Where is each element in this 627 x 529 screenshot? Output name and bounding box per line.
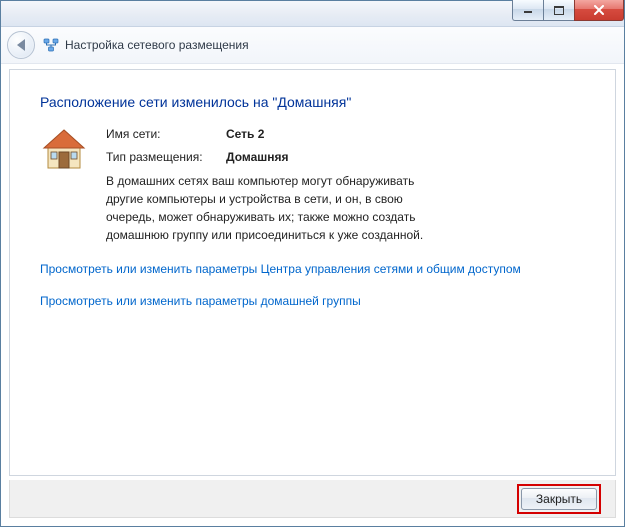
house-icon bbox=[40, 126, 88, 174]
close-icon bbox=[593, 5, 605, 15]
network-icon bbox=[43, 37, 59, 53]
content-area: Расположение сети изменилось на "Домашня… bbox=[9, 69, 616, 476]
dialog-window: Настройка сетевого размещения Расположен… bbox=[0, 0, 625, 527]
link-homegroup[interactable]: Просмотреть или изменить параметры домаш… bbox=[40, 294, 361, 308]
titlebar bbox=[1, 1, 624, 27]
close-button[interactable]: Закрыть bbox=[521, 488, 597, 510]
maximize-icon bbox=[554, 6, 564, 15]
network-description: В домашних сетях ваш компьютер могут обн… bbox=[106, 172, 446, 244]
back-button[interactable] bbox=[7, 31, 35, 59]
button-bar: Закрыть bbox=[9, 480, 616, 518]
close-button-highlight: Закрыть bbox=[517, 484, 601, 514]
main-heading: Расположение сети изменилось на "Домашня… bbox=[40, 94, 585, 110]
minimize-icon bbox=[523, 6, 533, 14]
minimize-button[interactable] bbox=[512, 0, 543, 21]
network-name-value: Сеть 2 bbox=[226, 126, 264, 143]
network-type-label: Тип размещения: bbox=[106, 149, 226, 166]
wizard-header: Настройка сетевого размещения bbox=[1, 27, 624, 64]
link-network-sharing[interactable]: Просмотреть или изменить параметры Центр… bbox=[40, 262, 521, 276]
network-type-value: Домашняя bbox=[226, 149, 289, 166]
maximize-button[interactable] bbox=[543, 0, 574, 21]
wizard-title: Настройка сетевого размещения bbox=[65, 38, 249, 52]
window-controls bbox=[512, 0, 624, 21]
network-name-label: Имя сети: bbox=[106, 126, 226, 143]
arrow-left-icon bbox=[17, 39, 25, 51]
window-close-button[interactable] bbox=[574, 0, 624, 21]
